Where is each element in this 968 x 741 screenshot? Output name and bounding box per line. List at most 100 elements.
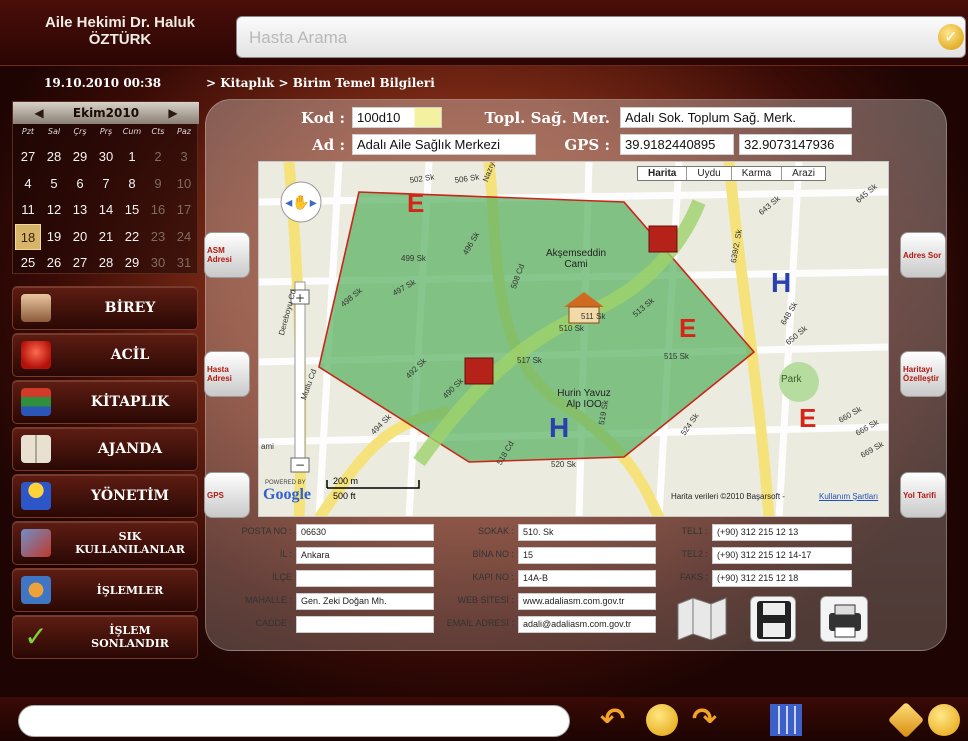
map-type-karma[interactable]: Karma [730,167,781,180]
calendar-day[interactable]: 10 [171,171,197,198]
faks-field[interactable]: (+90) 312 215 12 18 [712,570,852,587]
map-type-arazi[interactable]: Arazi [781,167,825,180]
map-icon[interactable] [676,596,728,641]
map-type-harita[interactable]: Harita [638,167,686,180]
calendar-day[interactable]: 29 [119,250,145,277]
nav-islem-sonlandir-button[interactable]: ✓ İŞLEM SONLANDIR [12,615,198,659]
back-arrow-icon[interactable]: ↶ [600,704,632,736]
map-type-uydu[interactable]: Uydu [686,167,730,180]
search-confirm-icon[interactable]: ✓ [938,24,964,50]
weekday: Pzt [21,127,35,136]
calendar-day[interactable]: 18 [15,223,41,250]
kapi-no-field[interactable]: 14A-B [518,570,656,587]
tel2-field[interactable]: (+90) 312 215 12 14-17 [712,547,852,564]
calendar-day[interactable]: 8 [119,171,145,198]
calendar-day[interactable]: 19 [41,224,67,251]
nav-yonetim-button[interactable]: YÖNETİM [12,474,198,518]
terms-link[interactable]: Kullanım Şartları [819,492,878,501]
calendar-day[interactable]: 3 [171,144,197,171]
weekday: Çrş [73,127,87,136]
calendar-day[interactable]: 20 [67,224,93,251]
calendar-day[interactable]: 1 [119,144,145,171]
calendar-day[interactable]: 6 [67,171,93,198]
chevron-left-icon[interactable]: ◀ [29,102,49,124]
save-icon[interactable] [750,596,796,642]
faks-label: FAKS : [679,572,708,582]
calendar-day[interactable]: 21 [93,224,119,251]
home-icon[interactable] [646,704,678,736]
street-label: 511 Sk [581,312,606,321]
health-marker-h: H [549,412,569,443]
ad-field[interactable]: Adalı Aile Sağlık Merkezi [352,134,536,155]
gps-button[interactable]: GPS [204,472,250,518]
calendar-day[interactable]: 27 [15,144,41,171]
nav-birey-button[interactable]: BİREY [12,286,198,330]
forward-arrow-icon[interactable]: ↷ [692,704,724,736]
posta-no-label: POSTA NO : [241,526,292,536]
nav-acil-button[interactable]: ACİL [12,333,198,377]
yol-tarifi-button[interactable]: Yol Tarifi [900,472,946,518]
map-view[interactable]: E E E H H ◂✋▸ + − Harita Uydu Karma Araz… [258,161,889,517]
calendar-day[interactable]: 30 [93,144,119,171]
patient-search-input[interactable]: Hasta Arama [236,16,966,58]
chevron-right-icon[interactable]: ▶ [163,102,183,124]
ilce-field[interactable] [296,570,434,587]
kod-field[interactable]: 100d10 [352,107,442,128]
nav-ajanda-button[interactable]: AJANDA [12,427,198,471]
info-icon[interactable] [928,704,960,736]
calendar-day[interactable]: 14 [93,197,119,224]
hasta-adresi-button[interactable]: Hasta Adresi [204,351,250,397]
person-icon [21,294,51,322]
calendar-day[interactable]: 17 [171,197,197,224]
bina-no-field[interactable]: 15 [518,547,656,564]
bottom-search-input[interactable] [18,705,570,737]
calendar-day[interactable]: 27 [67,250,93,277]
calendar-day[interactable]: 5 [41,171,67,198]
calendar-day[interactable]: 12 [41,197,67,224]
adres-sor-button[interactable]: Adres Sor [900,232,946,278]
nav-islemler-button[interactable]: İŞLEMLER [12,568,198,612]
gps-lng-field[interactable]: 32.9073147936 [739,134,852,155]
weekday: Sal [47,127,61,136]
tel1-field[interactable]: (+90) 312 215 12 13 [712,524,852,541]
nav-sik-kullanilanlar-button[interactable]: SIK KULLANILANLAR [12,521,198,565]
email-field[interactable]: adali@adaliasm.com.gov.tr [518,616,656,633]
calendar-day[interactable]: 28 [41,144,67,171]
calendar-day[interactable]: 7 [93,171,119,198]
calendar-day[interactable]: 9 [145,171,171,198]
sokak-field[interactable]: 510. Sk [518,524,656,541]
nav-kitaplik-button[interactable]: KİTAPLIK [12,380,198,424]
cadde-field[interactable] [296,616,434,633]
calendar-day[interactable]: 23 [145,224,171,251]
mahalle-field[interactable]: Gen. Zeki Doğan Mh. [296,593,434,610]
scale-meters: 200 m [333,476,359,486]
calendar-day[interactable]: 31 [171,250,197,277]
calendar-day[interactable]: 28 [93,250,119,277]
il-field[interactable]: Ankara [296,547,434,564]
gps-lat-field[interactable]: 39.9182440895 [620,134,734,155]
calendar-day[interactable]: 4 [15,171,41,198]
street-label: ami [261,442,274,451]
users-icon [21,482,51,510]
calendar-day[interactable]: 22 [119,224,145,251]
calendar-day[interactable]: 2 [145,144,171,171]
health-marker-h: H [771,267,791,298]
calendar-day[interactable]: 30 [145,250,171,277]
calendar-day[interactable]: 11 [15,197,41,224]
calendar-day[interactable]: 24 [171,224,197,251]
calendar-day[interactable]: 16 [145,197,171,224]
calendar-day[interactable]: 25 [15,250,41,277]
calendar-day[interactable]: 15 [119,197,145,224]
pan-control-icon[interactable]: ◂✋▸ [280,181,322,223]
calendar-day[interactable]: 26 [41,250,67,277]
web-field[interactable]: www.adaliasm.com.gov.tr [518,593,656,610]
calendar-day[interactable]: 13 [67,197,93,224]
posta-no-field[interactable]: 06630 [296,524,434,541]
topl-sag-mer-field[interactable]: Adalı Sok. Toplum Sağ. Merk. [620,107,852,128]
calendar-icon[interactable] [770,704,802,736]
calendar-day[interactable]: 29 [67,144,93,171]
hospital-marker-e: E [679,313,696,343]
print-icon[interactable] [820,596,868,642]
haritayi-ozellestir-button[interactable]: Haritayı Özelleştir [900,351,946,397]
asm-adresi-button[interactable]: ASM Adresi [204,232,250,278]
